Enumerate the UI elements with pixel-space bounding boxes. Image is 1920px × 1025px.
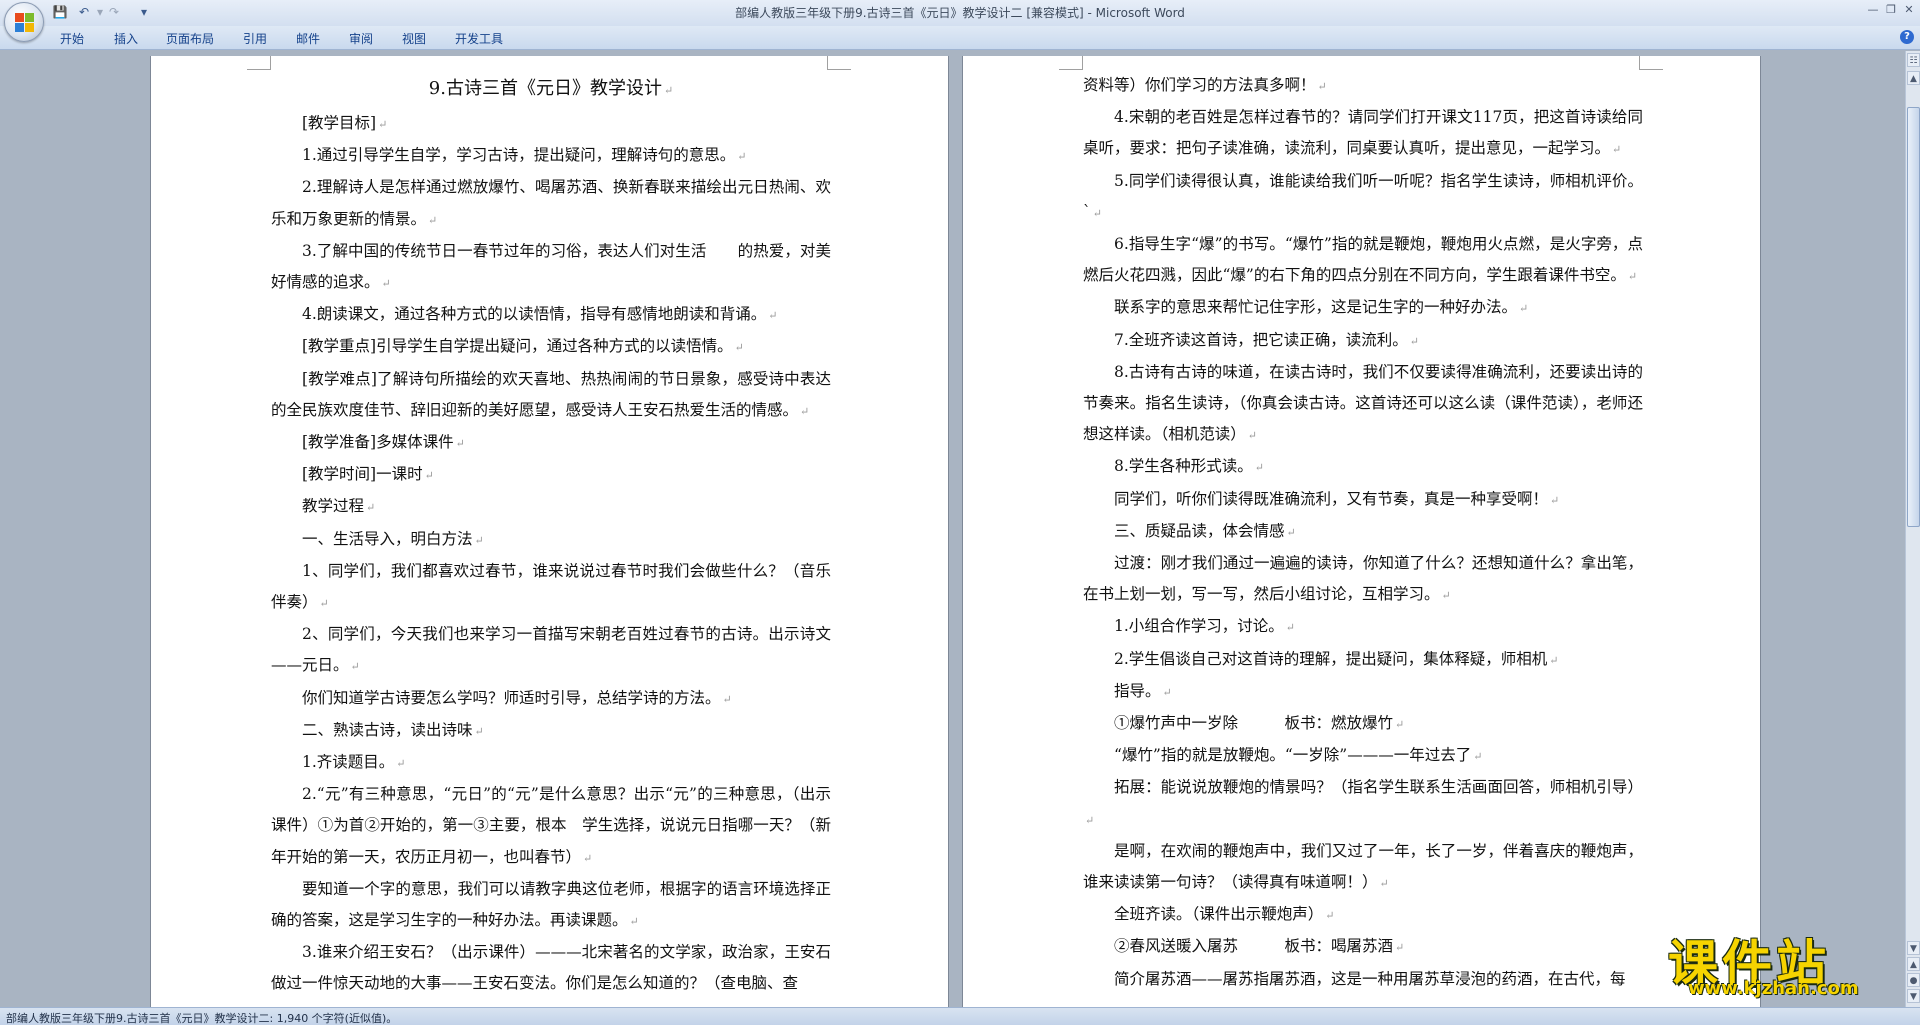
tab-insert[interactable]: 插入 bbox=[114, 30, 138, 47]
vertical-scrollbar[interactable]: ☷ ▲ ▼ ▲ ● ▼ bbox=[1905, 51, 1920, 1007]
document-paragraph[interactable]: 资料等）你们学习的方法真多啊！ bbox=[1083, 70, 1643, 102]
document-paragraph[interactable]: 同学们，听你们读得既准确流利，又有节奏，真是一种享受啊！ bbox=[1083, 484, 1643, 516]
document-paragraph[interactable]: 三、质疑品读，体会情感 bbox=[1083, 516, 1643, 548]
document-page-right[interactable]: 资料等）你们学习的方法真多啊！4.宋朝的老百姓是怎样过春节的？请同学们打开课文1… bbox=[963, 56, 1760, 1007]
scroll-up-icon[interactable]: ▲ bbox=[1907, 71, 1920, 85]
document-paragraph[interactable]: 你们知道学古诗要怎么学吗？师适时引导，总结学诗的方法。 bbox=[271, 683, 831, 715]
document-paragraph[interactable]: 2.学生倡谈自己对这首诗的理解，提出疑问，集体释疑，师相机 bbox=[1083, 644, 1643, 676]
document-paragraph[interactable]: [教学重点]引导学生自学提出疑问，通过各种方式的以读悟情。 bbox=[271, 331, 831, 363]
document-workspace[interactable]: 9.古诗三首《元日》教学设计[教学目标]1.通过引导学生自学，学习古诗，提出疑问… bbox=[0, 51, 1905, 1007]
document-paragraph[interactable]: 指导。 bbox=[1083, 676, 1643, 708]
document-paragraph[interactable]: [教学准备]多媒体课件 bbox=[271, 427, 831, 459]
tab-home[interactable]: 开始 bbox=[60, 30, 84, 47]
status-bar: 部编人教版三年级下册9.古诗三首《元日》教学设计二: 1,940 个字符(近似值… bbox=[0, 1007, 1920, 1025]
document-paragraph[interactable]: 2.“元”有三种意思，“元日”的“元”是什么意思？出示“元”的三种意思，（出示课… bbox=[271, 779, 831, 874]
document-title[interactable]: 9.古诗三首《元日》教学设计 bbox=[271, 72, 831, 108]
document-paragraph[interactable]: 3.谁来介绍王安石？（出示课件）———北宋著名的文学家，政治家，王安石做过一件惊… bbox=[271, 937, 831, 1000]
page-body-right[interactable]: 资料等）你们学习的方法真多啊！4.宋朝的老百姓是怎样过春节的？请同学们打开课文1… bbox=[1083, 70, 1643, 996]
tab-page-layout[interactable]: 页面布局 bbox=[166, 30, 214, 47]
ribbon-tabs: 开始 插入 页面布局 引用 邮件 审阅 视图 开发工具 ? bbox=[0, 26, 1920, 50]
document-paragraph[interactable]: 1.小组合作学习，讨论。 bbox=[1083, 611, 1643, 643]
document-paragraph[interactable]: ②春风送暖入屠苏 板书：喝屠苏酒 bbox=[1083, 931, 1643, 963]
scroll-down-icon[interactable]: ▼ bbox=[1907, 941, 1920, 955]
document-paragraph[interactable]: 1、同学们，我们都喜欢过春节，谁来说说过春节时我们会做些什么？（音乐伴奏） bbox=[271, 556, 831, 619]
document-paragraph[interactable]: [教学难点]了解诗句所描绘的欢天喜地、热热闹闹的节日景象，感受诗中表达的全民族欢… bbox=[271, 364, 831, 427]
tab-mailings[interactable]: 邮件 bbox=[296, 30, 320, 47]
document-paragraph[interactable]: 7.全班齐读这首诗，把它读正确，读流利。 bbox=[1083, 325, 1643, 357]
office-logo-icon bbox=[15, 13, 35, 33]
scrollbar-thumb[interactable] bbox=[1907, 107, 1920, 527]
document-paragraph[interactable]: 6.指导生字“爆”的书写。“爆竹”指的就是鞭炮，鞭炮用火点燃，是火字旁，点燃后火… bbox=[1083, 229, 1643, 292]
document-paragraph[interactable]: 一、生活导入，明白方法 bbox=[271, 524, 831, 556]
close-icon[interactable]: ✕ bbox=[1900, 2, 1918, 18]
previous-page-icon[interactable]: ▲ bbox=[1907, 957, 1920, 971]
document-paragraph[interactable]: 拓展：能说说放鞭炮的情景吗？（指名学生联系生活画面回答，师相机引导） bbox=[1083, 772, 1643, 835]
tab-review[interactable]: 审阅 bbox=[349, 30, 373, 47]
document-paragraph[interactable]: [教学时间]一课时 bbox=[271, 459, 831, 491]
next-page-icon[interactable]: ▼ bbox=[1907, 989, 1920, 1003]
document-paragraph[interactable]: 2、同学们，今天我们也来学习一首描写宋朝老百姓过春节的古诗。出示诗文——元日。 bbox=[271, 619, 831, 682]
document-paragraph[interactable]: [教学目标] bbox=[271, 108, 831, 140]
tab-developer[interactable]: 开发工具 bbox=[455, 30, 503, 47]
document-paragraph[interactable]: 4.朗读课文，通过各种方式的以读悟情，指导有感情地朗读和背诵。 bbox=[271, 299, 831, 331]
office-button[interactable] bbox=[4, 2, 44, 42]
document-paragraph[interactable]: 是啊，在欢闹的鞭炮声中，我们又过了一年，长了一岁，伴着喜庆的鞭炮声，谁来读读第一… bbox=[1083, 836, 1643, 899]
document-paragraph[interactable]: ①爆竹声中一岁除 板书：燃放爆竹 bbox=[1083, 708, 1643, 740]
document-paragraph[interactable]: 简介屠苏酒——屠苏指屠苏酒，这是一种用屠苏草浸泡的药酒，在古代，每 bbox=[1083, 964, 1643, 996]
word-count-status[interactable]: 部编人教版三年级下册9.古诗三首《元日》教学设计二: 1,940 个字符(近似值… bbox=[6, 1010, 397, 1025]
document-paragraph[interactable]: 全班齐读。（课件出示鞭炮声） bbox=[1083, 899, 1643, 931]
page-body-left[interactable]: 9.古诗三首《元日》教学设计[教学目标]1.通过引导学生自学，学习古诗，提出疑问… bbox=[271, 72, 831, 1001]
browse-object-icon[interactable]: ● bbox=[1907, 973, 1920, 987]
document-paragraph[interactable]: 1.齐读题目。 bbox=[271, 747, 831, 779]
watermark-url: www.kjzhan.com bbox=[1688, 978, 1859, 999]
document-paragraph[interactable]: 4.宋朝的老百姓是怎样过春节的？请同学们打开课文117页，把这首诗读给同桌听，要… bbox=[1083, 102, 1643, 165]
document-paragraph[interactable]: 5.同学们读得很认真，谁能读给我们听一听呢？指名学生读诗，师相机评价。` bbox=[1083, 166, 1643, 229]
ruler-toggle-icon[interactable]: ☷ bbox=[1907, 53, 1920, 67]
margin-mark bbox=[247, 56, 271, 70]
window-title: 部编人教版三年级下册9.古诗三首《元日》教学设计二 [兼容模式] - Micro… bbox=[735, 6, 1185, 20]
tab-view[interactable]: 视图 bbox=[402, 30, 426, 47]
margin-mark bbox=[1059, 56, 1083, 70]
document-paragraph[interactable]: “爆竹”指的就是放鞭炮。“一岁除”———一年过去了 bbox=[1083, 740, 1643, 772]
document-paragraph[interactable]: 3.了解中国的传统节日一春节过年的习俗，表达人们对生活 的热爱，对美好情感的追求… bbox=[271, 236, 831, 299]
document-paragraph[interactable]: 联系字的意思来帮忙记住字形，这是记生字的一种好办法。 bbox=[1083, 292, 1643, 324]
document-paragraph[interactable]: 2.理解诗人是怎样通过燃放爆竹、喝屠苏酒、换新春联来描绘出元日热闹、欢乐和万象更… bbox=[271, 172, 831, 235]
document-paragraph[interactable]: 8.古诗有古诗的味道，在读古诗时，我们不仅要读得准确流利，还要读出诗的节奏来。指… bbox=[1083, 357, 1643, 452]
document-paragraph[interactable]: 要知道一个字的意思，我们可以请教字典这位老师，根据字的语言环境选择正确的答案，这… bbox=[271, 874, 831, 937]
document-paragraph[interactable]: 二、熟读古诗，读出诗味 bbox=[271, 715, 831, 747]
document-paragraph[interactable]: 过渡：刚才我们通过一遍遍的读诗，你知道了什么？还想知道什么？拿出笔，在书上划一划… bbox=[1083, 548, 1643, 611]
document-paragraph[interactable]: 8.学生各种形式读。 bbox=[1083, 451, 1643, 483]
tab-references[interactable]: 引用 bbox=[243, 30, 267, 47]
restore-icon[interactable]: ❐ bbox=[1882, 2, 1900, 18]
help-icon[interactable]: ? bbox=[1900, 30, 1914, 44]
document-page-left[interactable]: 9.古诗三首《元日》教学设计[教学目标]1.通过引导学生自学，学习古诗，提出疑问… bbox=[151, 56, 948, 1007]
document-paragraph[interactable]: 1.通过引导学生自学，学习古诗，提出疑问，理解诗句的意思。 bbox=[271, 140, 831, 172]
title-bar: 💾 ↶ ▾ ↷ ▾ 部编人教版三年级下册9.古诗三首《元日》教学设计二 [兼容模… bbox=[0, 0, 1920, 42]
margin-mark bbox=[1639, 56, 1663, 70]
watermark-logo: 课件站 www.kjzhan.com bbox=[1668, 924, 1904, 1000]
margin-mark bbox=[827, 56, 851, 70]
document-paragraph[interactable]: 教学过程 bbox=[271, 491, 831, 523]
minimize-icon[interactable]: — bbox=[1864, 2, 1882, 18]
